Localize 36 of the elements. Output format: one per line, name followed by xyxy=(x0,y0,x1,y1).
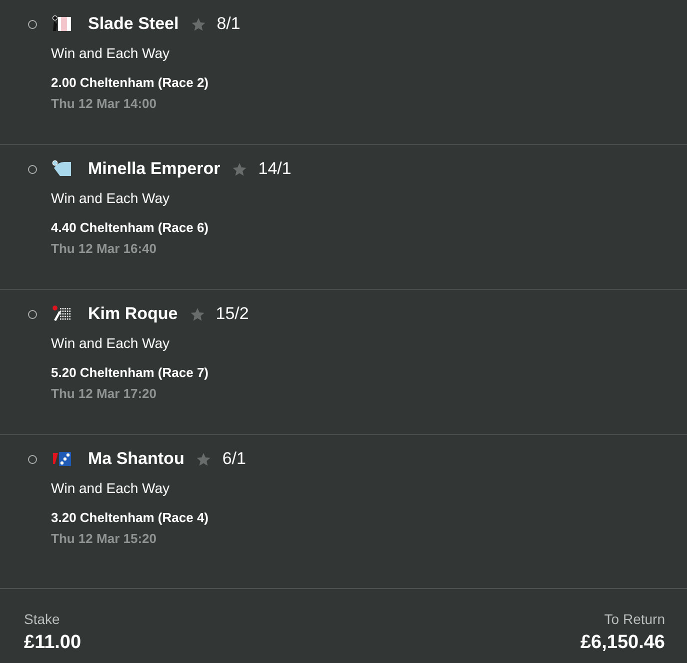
market-label: Win and Each Way xyxy=(51,334,171,353)
odds: 6/1 xyxy=(222,449,246,469)
horse-name: Minella Emperor xyxy=(88,159,220,179)
market-label: Win and Each Way xyxy=(51,479,171,498)
odds: 14/1 xyxy=(258,159,292,179)
stake-amount: £11.00 xyxy=(24,632,82,654)
race-time: Thu 12 Mar 17:20 xyxy=(51,385,158,403)
market-label: Win and Each Way xyxy=(51,189,171,208)
radio-button[interactable] xyxy=(28,454,37,464)
stake-label: Stake xyxy=(24,611,61,627)
radio-button[interactable] xyxy=(28,20,37,28)
market-label: Win and Each Way xyxy=(51,44,171,63)
race-label: 4.40 Cheltenham (Race 6) xyxy=(51,219,210,237)
star-icon[interactable] xyxy=(190,306,205,322)
radio-button[interactable] xyxy=(28,310,37,318)
race-label: 2.00 Cheltenham (Race 2) xyxy=(51,74,210,92)
star-icon[interactable] xyxy=(232,162,248,176)
star-icon[interactable] xyxy=(196,452,212,466)
horse-name: Kim Roque xyxy=(88,304,178,324)
race-label: 3.20 Cheltenham (Race 4) xyxy=(51,509,210,527)
star-icon[interactable] xyxy=(190,16,206,32)
race-label: 5.20 Cheltenham (Race 7) xyxy=(51,364,210,382)
return-amount: £6,150.46 xyxy=(580,632,665,654)
horse-name: Ma Shantou xyxy=(88,449,184,469)
jockey-silk-icon xyxy=(51,15,73,33)
race-time: Thu 12 Mar 16:40 xyxy=(51,240,158,258)
horse-name: Slade Steel xyxy=(88,14,179,34)
jockey-silk-icon xyxy=(51,160,73,178)
race-time: Thu 12 Mar 14:00 xyxy=(51,95,158,113)
odds: 8/1 xyxy=(216,14,240,34)
jockey-silk-icon xyxy=(51,450,73,468)
return-label: To Return xyxy=(604,611,665,627)
jockey-silk-icon xyxy=(51,305,73,323)
radio-button[interactable] xyxy=(28,164,37,174)
odds: 15/2 xyxy=(216,304,249,324)
race-time: Thu 12 Mar 15:20 xyxy=(51,530,158,548)
